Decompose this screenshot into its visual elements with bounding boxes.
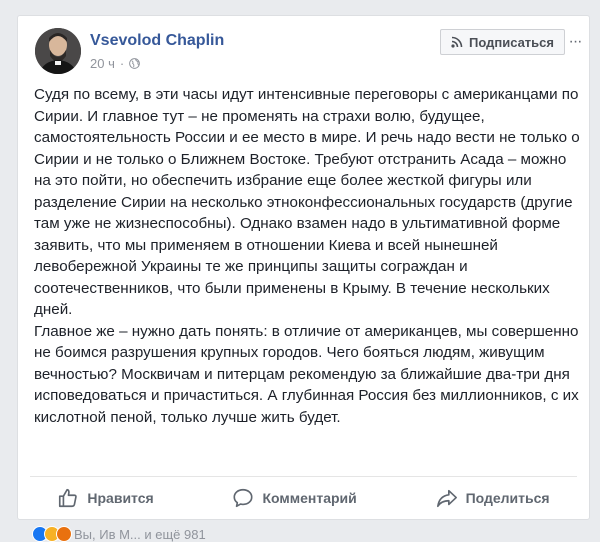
subscribe-button[interactable]: Подписаться bbox=[439, 29, 565, 55]
comment-button[interactable]: Комментарий bbox=[232, 487, 357, 509]
post-card: Vsevolod Chaplin 20 ч · Подписаться ··· … bbox=[17, 15, 590, 520]
rss-icon bbox=[451, 36, 463, 48]
share-button[interactable]: Поделиться bbox=[436, 487, 550, 509]
reaction-icons bbox=[32, 526, 72, 542]
author-avatar[interactable] bbox=[35, 28, 81, 74]
post-paragraph: Главное же – нужно дать понять: в отличи… bbox=[34, 322, 579, 426]
post-meta: 20 ч · bbox=[90, 56, 141, 71]
share-icon bbox=[436, 489, 457, 508]
globe-icon[interactable] bbox=[129, 58, 141, 69]
author-name[interactable]: Vsevolod Chaplin bbox=[90, 32, 224, 50]
post-time[interactable]: 20 ч bbox=[90, 56, 115, 71]
thumbs-up-icon bbox=[59, 488, 78, 508]
post-text: Судя по всему, в эти часы идут интенсивн… bbox=[34, 84, 584, 428]
like-button[interactable]: Нравится bbox=[57, 487, 154, 509]
reactions-summary[interactable]: Вы, Ив М... и ещё 981 bbox=[32, 526, 206, 542]
comment-label: Комментарий bbox=[262, 490, 357, 506]
more-options-icon[interactable]: ··· bbox=[563, 29, 587, 55]
reactions-count: Вы, Ив М... и ещё 981 bbox=[74, 526, 206, 542]
share-label: Поделиться bbox=[465, 490, 550, 506]
action-bar: Нравится Комментарий Поделиться bbox=[18, 477, 589, 519]
subscribe-label: Подписаться bbox=[468, 34, 554, 50]
angry-reaction-icon bbox=[56, 526, 72, 542]
post-paragraph: Судя по всему, в эти часы идут интенсивн… bbox=[34, 86, 580, 318]
meta-separator: · bbox=[119, 56, 125, 71]
comment-icon bbox=[233, 488, 254, 508]
like-label: Нравится bbox=[87, 490, 154, 506]
